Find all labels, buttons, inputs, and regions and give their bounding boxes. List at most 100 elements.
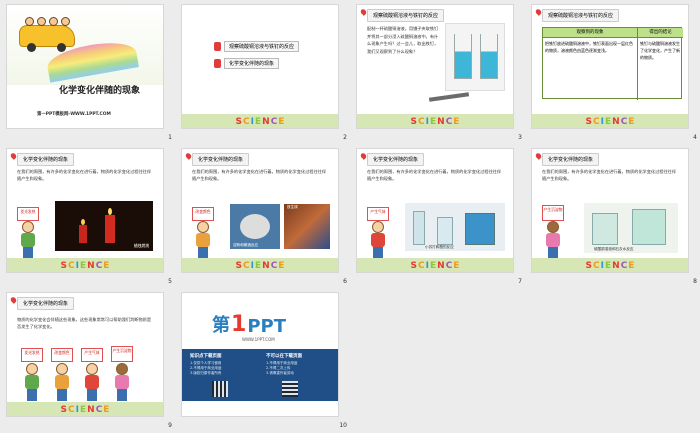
qr-code-2 (282, 381, 298, 397)
science-letter: I (600, 261, 604, 271)
slide-thumb-3[interactable]: 观察硫酸铜溶液与铁钉的反应 配制一杯硫酸铜溶液。用镊子夹取铁钉并将其一部分浸入硫… (350, 0, 525, 144)
starch-photo: 淀粉和碘酒反应 (230, 204, 280, 249)
slide-number: 2 (343, 134, 347, 141)
science-letter: I (425, 117, 429, 127)
science-letter: C (620, 117, 628, 127)
footer-text: 第一PPT模板网-WWW.1PPT.COM (37, 112, 111, 117)
science-letter: N (87, 405, 95, 415)
drop-icon (214, 59, 221, 68)
child-figure (23, 363, 41, 403)
phenomenon-sign: 改变颜色 (192, 207, 214, 221)
child-figure (19, 221, 37, 261)
science-letter: N (262, 261, 270, 271)
science-letter: C (620, 261, 628, 271)
science-letter: E (254, 117, 262, 127)
science-letter: C (418, 261, 425, 271)
slide-thumb-6[interactable]: 化学变化伴随的现象 在我们的周围，有许多的化学变化在进行着。物质的化学变化过程往… (175, 144, 350, 288)
slide-header: 化学变化伴随的现象 (192, 153, 250, 166)
slide-header: 观察硫酸铜溶液与铁钉的反应 (542, 9, 620, 22)
candle-photo: 蜡烛燃烧 (55, 201, 153, 251)
science-letter: I (75, 261, 79, 271)
slide-number: 3 (518, 134, 522, 141)
logo-url: WWW.1PPT.COM (242, 337, 275, 342)
science-letter: E (79, 405, 87, 415)
science-letter: S (410, 117, 418, 127)
instruction-text: 配制一杯硫酸铜溶液。用镊子夹取铁钉并将其一部分浸入硫酸铜溶液中。有什么现象产生吗… (367, 26, 439, 54)
beaker-image (445, 23, 505, 91)
science-letter: C (445, 261, 453, 271)
science-letter: N (437, 261, 445, 271)
science-letter: I (250, 117, 254, 127)
science-letter: S (585, 261, 593, 271)
science-letter: C (270, 261, 278, 271)
slide-thumb-5[interactable]: 化学变化伴随的现象 在我们的周围，有许多的化学变化在进行着。物质的化学变化过程往… (0, 144, 175, 288)
science-logo: SCIENCE (236, 261, 285, 271)
body-text: 在我们的周围，有许多的化学变化在进行着。物质的化学变化过程往往伴随产生和现象。 (192, 169, 327, 181)
phenomenon-sign: 发光发热 (21, 348, 43, 362)
science-letter: E (103, 405, 110, 415)
slide-header: 化学变化伴随的现象 (542, 153, 600, 166)
rust-photo: 铁生锈 (284, 204, 330, 249)
science-letter: I (425, 261, 429, 271)
science-letter: E (254, 261, 262, 271)
phenomenon-sign: 改变颜色 (51, 348, 73, 362)
science-letter: N (262, 117, 270, 127)
science-letter: E (429, 261, 437, 271)
precipitate-photo: 硫酸铜溶液和石灰水反应 (584, 203, 678, 253)
slide-thumb-7[interactable]: 化学变化伴随的现象 在我们的周围，有许多的化学变化在进行着。物质的化学变化过程往… (350, 144, 525, 288)
science-letter: E (278, 261, 285, 271)
science-letter: S (235, 261, 243, 271)
body-text: 在我们的周围，有许多的化学变化在进行着。物质的化学变化过程往往伴随产生和现象。 (17, 169, 152, 181)
science-logo: SCIENCE (411, 117, 460, 127)
slide-thumb-2[interactable]: 观察硫酸铜溶液与铁钉的反应 化学变化伴随的现象 SCIENCE 2 (175, 0, 350, 144)
science-letter: E (628, 261, 635, 271)
slide-thumb-4[interactable]: 观察硫酸铜溶液与铁钉的反应 观察到的现象 得出的结论 把铁钉放进硫酸铜溶液中，铁… (525, 0, 700, 144)
science-letter: I (600, 117, 604, 127)
slide-thumb-1[interactable]: 化学变化伴随的现象 第一PPT模板网-WWW.1PPT.COM 1 (0, 0, 175, 144)
slide-number: 7 (518, 278, 522, 285)
slide-thumb-10[interactable]: 第 1 PPT WWW.1PPT.COM 知识点下载页面 不可以在下载页面 1.… (175, 288, 350, 432)
science-letter: N (612, 117, 620, 127)
child-figure (113, 363, 131, 403)
presentation-title: 化学变化伴随的现象 (59, 86, 141, 96)
qr-code-1 (212, 381, 228, 397)
science-letter: E (628, 117, 635, 127)
science-letter: E (604, 261, 612, 271)
phenomenon-sign: 产生沉淀物 (542, 205, 564, 221)
body-text: 物质的化学变化会伴随这些现象，这些现象常常可以帮助我们判断物质是否发生了化学变化… (17, 317, 152, 329)
science-letter: C (418, 117, 425, 127)
slide-number: 1 (168, 134, 172, 141)
menu-item-1: 观察硫酸铜溶液与铁钉的反应 (214, 41, 300, 52)
science-logo: SCIENCE (61, 405, 110, 415)
science-letter: C (95, 261, 103, 271)
slide-thumb-8[interactable]: 化学变化伴随的现象 在我们的周围，有许多的化学变化在进行着。物质的化学变化过程往… (525, 144, 700, 288)
science-letter: S (60, 405, 68, 415)
science-logo: SCIENCE (586, 261, 635, 271)
slide-number: 10 (339, 422, 347, 429)
right-title: 不可以在下载页面 (266, 354, 302, 359)
phenomenon-sign: 产生气体 (81, 348, 103, 362)
science-letter: E (453, 261, 460, 271)
bottles-photo: 小苏打和醋的反应 (405, 203, 505, 251)
science-logo: SCIENCE (61, 261, 110, 271)
science-letter: C (95, 405, 103, 415)
result-table: 观察到的现象 得出的结论 把铁钉放进硫酸铜溶液中，铁钉表面出现一层红色的物质，溶… (542, 27, 683, 100)
science-letter: E (453, 117, 460, 127)
ppt-logo: 第 1 PPT (212, 312, 286, 337)
science-logo: SCIENCE (236, 117, 285, 127)
science-letter: I (250, 261, 254, 271)
body-text: 在我们的周围，有许多的化学变化在进行着。物质的化学变化过程往往伴随产生和现象。 (542, 169, 677, 181)
slide-thumb-9[interactable]: 化学变化伴随的现象 物质的化学变化会伴随这些现象，这些现象常常可以帮助我们判断物… (0, 288, 175, 432)
science-letter: I (75, 405, 79, 415)
slide-number: 9 (168, 422, 172, 429)
science-letter: C (243, 261, 250, 271)
child-figure (83, 363, 101, 403)
science-letter: E (79, 261, 87, 271)
drop-icon (214, 42, 221, 51)
science-letter: C (593, 261, 600, 271)
slide-number: 6 (343, 278, 347, 285)
science-letter: C (68, 261, 75, 271)
school-bus-image (19, 17, 79, 53)
child-figure (194, 221, 212, 261)
slide-number: 5 (168, 278, 172, 285)
